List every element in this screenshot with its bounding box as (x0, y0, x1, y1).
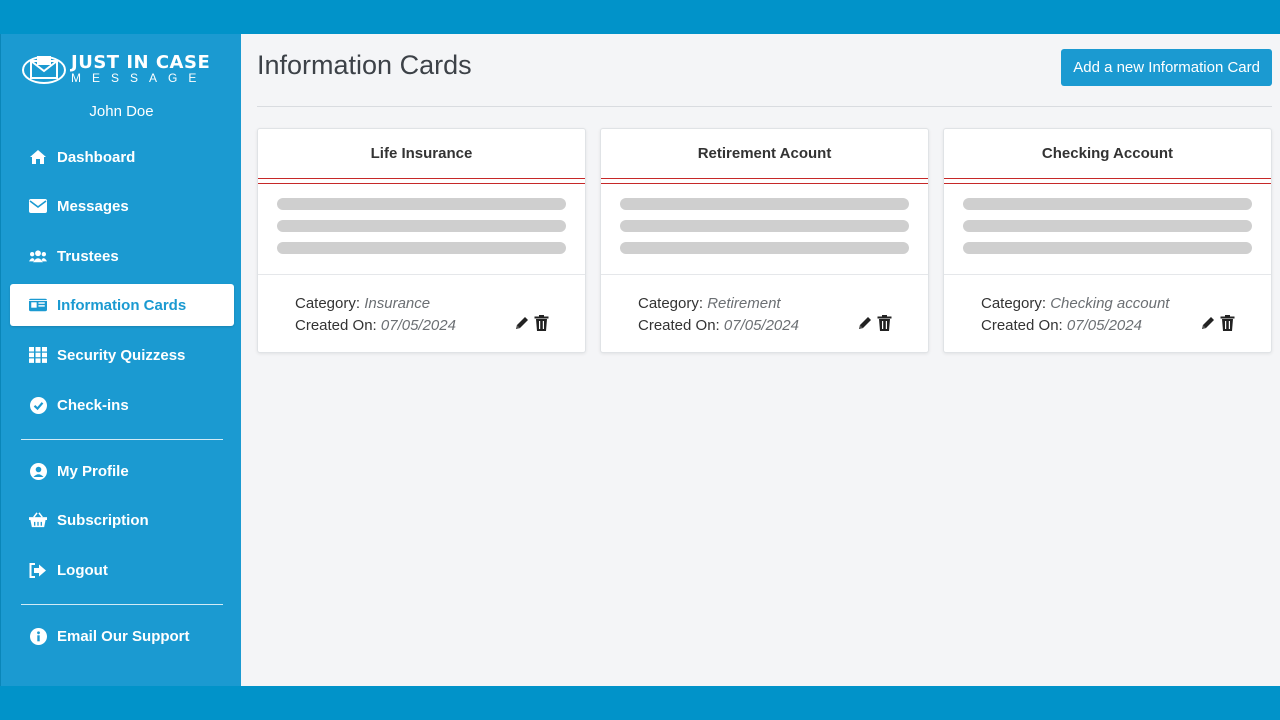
category-label: Category: (981, 295, 1047, 312)
sidebar-item-label: Information Cards (57, 296, 187, 314)
card-category-row: Category: Insurance (295, 293, 585, 315)
sidebar-item-label: Trustees (57, 247, 119, 265)
sidebar-item-my-profile[interactable]: My Profile (10, 450, 234, 492)
card-placeholder-content (258, 179, 585, 275)
card-title: Life Insurance (258, 129, 585, 184)
card-category-row: Category: Retirement (638, 293, 928, 315)
user-circle-icon (29, 462, 47, 480)
app-window: JUST IN CASE MESSAGE John Doe Dashboard … (0, 34, 1280, 686)
category-label: Category: (295, 295, 361, 312)
card-actions (1200, 315, 1235, 338)
card-placeholder-content (601, 179, 928, 275)
trash-icon[interactable] (877, 315, 892, 338)
envelope-icon (29, 197, 47, 215)
sidebar-divider (21, 604, 223, 605)
users-icon (29, 247, 47, 265)
information-card[interactable]: Checking Account Category: Checking acco… (943, 128, 1272, 353)
sidebar-item-trustees[interactable]: Trustees (10, 235, 234, 277)
card-title: Retirement Acount (601, 129, 928, 184)
grid-icon (29, 346, 47, 364)
placeholder-line (277, 220, 566, 232)
sidebar-item-label: Dashboard (57, 148, 136, 166)
sign-out-icon (29, 561, 47, 579)
category-value: Insurance (364, 295, 431, 312)
trash-icon[interactable] (1220, 315, 1235, 338)
created-on-value: 07/05/2024 (723, 317, 799, 334)
sidebar-item-email-support[interactable]: Email Our Support (10, 615, 234, 657)
brand-subtitle: MESSAGE (71, 71, 208, 85)
sidebar-item-security-quizzes[interactable]: Security Quizzess (10, 334, 234, 376)
placeholder-line (277, 242, 566, 254)
pencil-icon[interactable] (1200, 315, 1216, 338)
card-placeholder-content (944, 179, 1271, 275)
sidebar-item-label: Email Our Support (57, 627, 190, 645)
sidebar-divider (21, 439, 223, 440)
card-actions (857, 315, 892, 338)
card-actions (514, 315, 549, 338)
page-title: Information Cards (257, 50, 472, 80)
created-on-label: Created On: (295, 317, 377, 334)
placeholder-line (620, 198, 909, 210)
trash-icon[interactable] (534, 315, 549, 338)
placeholder-line (620, 242, 909, 254)
category-label: Category: (638, 295, 704, 312)
sidebar-item-label: Logout (57, 561, 108, 579)
sidebar-item-label: My Profile (57, 462, 129, 480)
brand-name: JUST IN CASE (71, 52, 211, 73)
sidebar-item-messages[interactable]: Messages (10, 185, 234, 227)
card-footer: Category: Retirement Created On: 07/05/2… (601, 275, 928, 337)
sidebar: JUST IN CASE MESSAGE John Doe Dashboard … (0, 34, 241, 686)
placeholder-line (963, 198, 1252, 210)
sidebar-item-label: Check-ins (57, 396, 129, 414)
placeholder-line (963, 220, 1252, 232)
sidebar-item-label: Subscription (57, 511, 149, 529)
add-information-card-button[interactable]: Add a new Information Card (1061, 49, 1272, 86)
basket-icon (29, 511, 47, 529)
created-on-value: 07/05/2024 (380, 317, 456, 334)
category-value: Checking account (1050, 295, 1170, 312)
created-on-label: Created On: (638, 317, 720, 334)
card-footer: Category: Insurance Created On: 07/05/20… (258, 275, 585, 337)
sidebar-item-label: Messages (57, 197, 129, 215)
sidebar-item-information-cards[interactable]: Information Cards (10, 284, 234, 326)
placeholder-line (620, 220, 909, 232)
card-footer: Category: Checking account Created On: 0… (944, 275, 1271, 337)
created-on-label: Created On: (981, 317, 1063, 334)
information-card[interactable]: Life Insurance Category: Insurance Creat… (257, 128, 586, 353)
sidebar-item-label: Security Quizzess (57, 346, 186, 364)
pencil-icon[interactable] (857, 315, 873, 338)
card-title: Checking Account (944, 129, 1271, 184)
sidebar-item-check-ins[interactable]: Check-ins (10, 384, 234, 426)
info-circle-icon (29, 627, 47, 645)
card-category-row: Category: Checking account (981, 293, 1271, 315)
sidebar-item-logout[interactable]: Logout (10, 549, 234, 591)
envelope-logo-icon (21, 52, 67, 86)
sidebar-item-dashboard[interactable]: Dashboard (10, 136, 234, 178)
placeholder-line (277, 198, 566, 210)
category-value: Retirement (707, 295, 781, 312)
title-divider (257, 106, 1272, 107)
information-card[interactable]: Retirement Acount Category: Retirement C… (600, 128, 929, 353)
app-logo[interactable]: JUST IN CASE MESSAGE (21, 52, 211, 86)
user-name: John Doe (89, 103, 154, 120)
id-card-icon (29, 296, 47, 314)
home-icon (29, 148, 47, 166)
main-content: Information Cards Add a new Information … (241, 34, 1280, 686)
pencil-icon[interactable] (514, 315, 530, 338)
created-on-value: 07/05/2024 (1066, 317, 1142, 334)
placeholder-line (963, 242, 1252, 254)
sidebar-item-subscription[interactable]: Subscription (10, 499, 234, 541)
check-circle-icon (29, 396, 47, 414)
